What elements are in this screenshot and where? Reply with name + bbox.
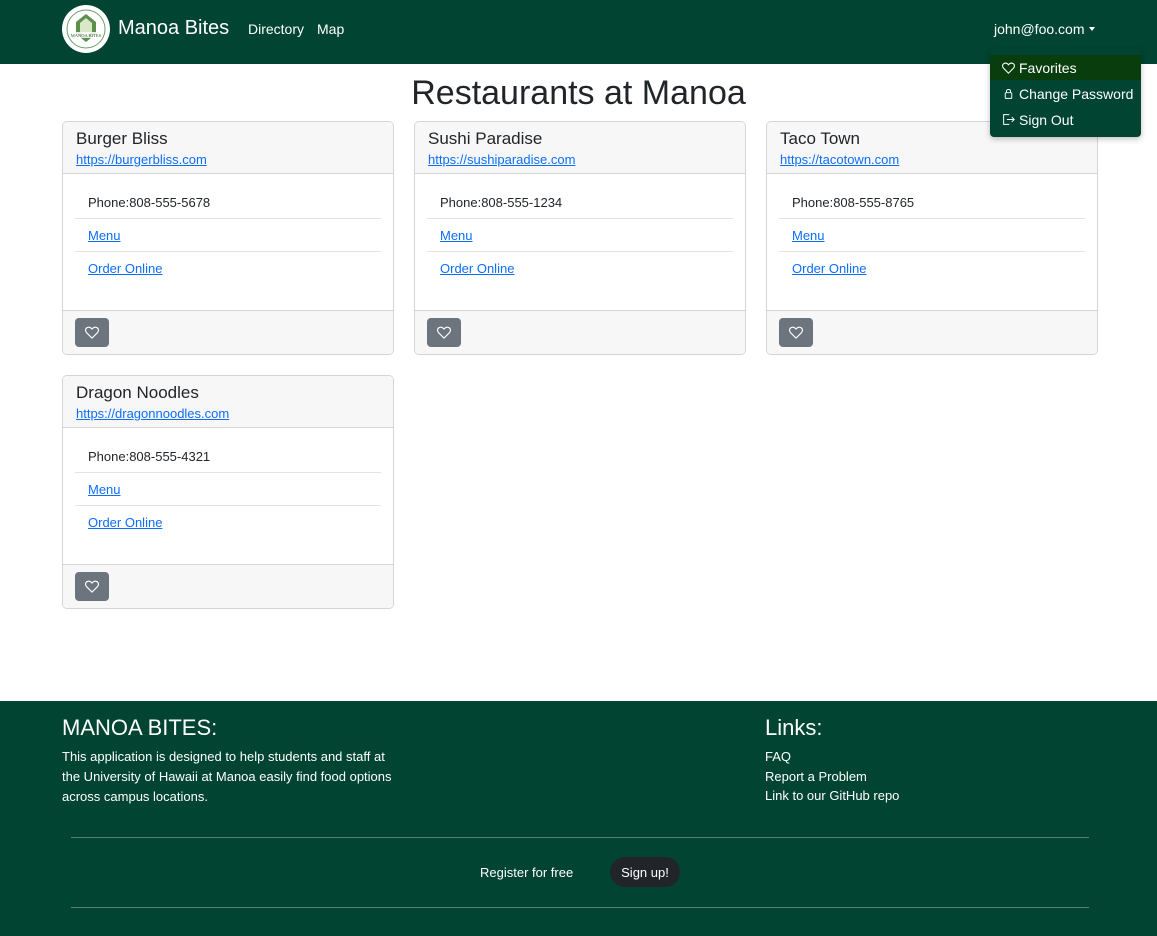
favorite-button[interactable] [427,318,461,347]
navbar: MANOA BITES Manoa Bites Directory Map jo… [0,0,1157,64]
restaurant-card: Dragon Noodles https://dragonnoodles.com… [62,375,394,609]
phone-row: Phone: 808-555-5678 [75,186,381,219]
phone-number: 808-555-5678 [129,194,211,210]
footer-divider [71,837,1089,838]
order-row: Order Online [75,252,381,285]
restaurant-card: Taco Town https://tacotown.com Phone: 808… [766,121,1098,355]
footer-divider [71,907,1089,908]
footer-about-heading: MANOA BITES: [62,715,218,740]
order-online-link[interactable]: Order Online [88,261,162,276]
menu-item-favorites[interactable]: Favorites [990,55,1141,80]
restaurant-name: Sushi Paradise [428,129,543,148]
heart-icon [789,326,803,339]
brand-logo[interactable]: MANOA BITES [62,5,110,53]
user-email: john@foo.com [994,21,1085,37]
register-text: Register for free [480,865,574,880]
footer-link-faq[interactable]: FAQ [765,749,791,764]
restaurant-name: Burger Bliss [76,129,168,148]
footer: MANOA BITES: This application is designe… [0,701,1157,936]
restaurant-name: Dragon Noodles [76,383,199,402]
logo-text: MANOA BITES [71,33,102,38]
menu-link[interactable]: Menu [88,228,121,243]
heart-icon [85,326,99,339]
phone-label: Phone: [88,194,130,210]
menu-row: Menu [75,219,381,252]
menu-row: Menu [75,473,381,506]
menu-item-sign-out[interactable]: Sign Out [990,107,1141,132]
card-footer [63,564,393,608]
footer-link-github[interactable]: Link to our GitHub repo [765,788,899,803]
menu-item-label: Sign Out [1019,111,1074,128]
order-row: Order Online [779,252,1085,285]
user-menu-toggle[interactable]: john@foo.com [994,21,1096,37]
brand-name[interactable]: Manoa Bites [118,17,229,40]
order-online-link[interactable]: Order Online [792,261,866,276]
phone-number: 808-555-1234 [481,194,563,210]
card-header: Burger Bliss https://burgerbliss.com [63,122,393,174]
phone-label: Phone: [440,194,482,210]
favorite-button[interactable] [779,318,813,347]
card-body: Phone: 808-555-1234 Menu Order Online [415,174,745,310]
signup-button[interactable]: Sign up! [610,857,680,887]
order-online-link[interactable]: Order Online [440,261,514,276]
restaurant-website-link[interactable]: https://burgerbliss.com [76,152,207,167]
footer-links-heading: Links: [765,715,823,740]
heart-icon [1002,62,1015,74]
card-body: Phone: 808-555-5678 Menu Order Online [63,174,393,310]
menu-link[interactable]: Menu [88,482,121,497]
logo-emblem-icon: MANOA BITES [66,9,106,49]
phone-row: Phone: 808-555-4321 [75,440,381,473]
card-footer [63,310,393,354]
heart-icon [437,326,451,339]
phone-number: 808-555-8765 [833,194,915,210]
order-online-link[interactable]: Order Online [88,515,162,530]
menu-item-label: Favorites [1019,59,1077,76]
card-footer [415,310,745,354]
order-row: Order Online [75,506,381,539]
phone-label: Phone: [792,194,834,210]
favorite-button[interactable] [75,318,109,347]
card-body: Phone: 808-555-8765 Menu Order Online [767,174,1097,310]
card-header: Dragon Noodles https://dragonnoodles.com [63,376,393,428]
phone-row: Phone: 808-555-1234 [427,186,733,219]
nav-map[interactable]: Map [317,21,344,37]
card-footer [767,310,1097,354]
menu-item-label: Change Password [1019,85,1134,102]
menu-row: Menu [427,219,733,252]
card-body: Phone: 808-555-4321 Menu Order Online [63,428,393,564]
restaurant-website-link[interactable]: https://dragonnoodles.com [76,406,229,421]
phone-label: Phone: [88,448,130,464]
menu-link[interactable]: Menu [440,228,473,243]
menu-row: Menu [779,219,1085,252]
nav-directory[interactable]: Directory [248,21,304,37]
caret-down-icon [1089,27,1096,31]
footer-link-report-problem[interactable]: Report a Problem [765,769,867,784]
footer-about-text: This application is designed to help stu… [62,749,392,804]
heart-icon [85,580,99,593]
order-row: Order Online [427,252,733,285]
menu-item-change-password[interactable]: Change Password [990,81,1141,106]
restaurant-website-link[interactable]: https://sushiparadise.com [428,152,575,167]
restaurant-website-link[interactable]: https://tacotown.com [780,152,899,167]
favorite-button[interactable] [75,572,109,601]
restaurant-card: Burger Bliss https://burgerbliss.com Pho… [62,121,394,355]
menu-link[interactable]: Menu [792,228,825,243]
card-header: Sushi Paradise https://sushiparadise.com [415,122,745,174]
phone-row: Phone: 808-555-8765 [779,186,1085,219]
page-title: Restaurants at Manoa [411,74,746,112]
restaurant-card: Sushi Paradise https://sushiparadise.com… [414,121,746,355]
user-dropdown-menu: Favorites Change Password Sign Out [990,49,1141,137]
phone-number: 808-555-4321 [129,448,211,464]
lock-icon [1004,89,1013,99]
sign-out-icon [1003,114,1015,125]
